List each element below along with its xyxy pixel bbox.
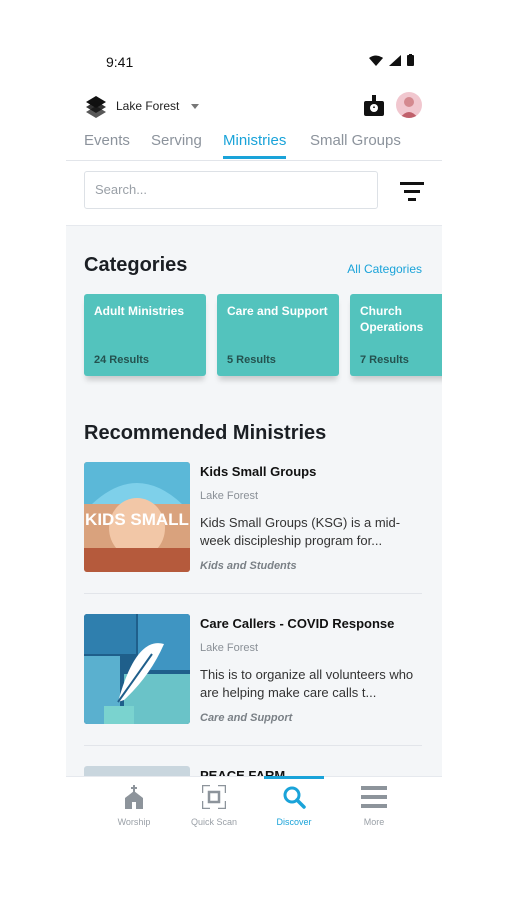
categories-heading: Categories <box>84 254 188 276</box>
kids-photo-illustration: KIDS SMALL <box>84 462 190 572</box>
battery-icon <box>407 54 414 66</box>
location-name: Lake Forest <box>116 99 180 113</box>
category-name: Adult Ministries <box>94 304 185 318</box>
tab-ministries[interactable]: Ministries <box>223 132 287 159</box>
ministry-title: Kids Small Groups <box>200 464 317 479</box>
category-name: Church Operations <box>360 304 424 334</box>
nav-discover[interactable]: Discover <box>259 785 329 827</box>
nav-label: Quick Scan <box>190 817 238 827</box>
category-card[interactable]: Adult Ministries 24 Results <box>84 294 206 376</box>
location-selector[interactable]: Lake Forest <box>84 94 200 118</box>
tab-bar: Events Serving Ministries Small Groups <box>66 126 442 161</box>
ministry-category: Care and Support <box>200 712 293 724</box>
nav-worship[interactable]: Worship <box>99 785 169 827</box>
status-bar: 9:41 <box>66 40 442 84</box>
church-logo-icon <box>86 96 106 118</box>
nav-quick-scan[interactable]: Quick Scan <box>179 783 249 827</box>
status-icons <box>369 54 414 66</box>
search-icon <box>283 786 306 809</box>
scan-icon <box>200 783 228 811</box>
all-categories-link[interactable]: All Categories <box>347 262 422 276</box>
filter-icon[interactable] <box>400 179 424 203</box>
category-count: 5 Results <box>227 354 276 366</box>
bottom-navigation: Worship Quick Scan Discover More <box>66 776 442 860</box>
category-card[interactable]: Church Operations 7 Results <box>350 294 442 376</box>
app-header: Lake Forest <box>66 90 442 122</box>
category-card[interactable]: Care and Support 5 Results <box>217 294 339 376</box>
category-count: 24 Results <box>94 354 150 366</box>
avatar[interactable] <box>396 92 422 118</box>
list-item[interactable]: KIDS SMALL Kids Small Groups Lake Forest… <box>84 462 422 572</box>
tab-events[interactable]: Events <box>84 132 130 149</box>
nav-label: More <box>363 817 385 827</box>
active-tab-indicator <box>264 776 324 779</box>
peace-farm-image <box>84 766 190 776</box>
ministry-description: Kids Small Groups (KSG) is a mid-week di… <box>200 515 401 548</box>
ministry-location: Lake Forest <box>200 490 259 502</box>
divider <box>84 745 422 746</box>
nav-label: Discover <box>276 817 312 827</box>
ministry-title: PEACE FARM <box>200 768 286 776</box>
list-item[interactable]: PEACE FARM <box>84 766 422 776</box>
recommended-heading: Recommended Ministries <box>84 422 327 444</box>
thumb-overlay-text: KIDS SMALL <box>85 510 189 529</box>
feather-graphic <box>84 614 190 724</box>
ministry-category: Kids and Students <box>200 560 297 572</box>
main-content: Categories All Categories Adult Ministri… <box>66 226 442 776</box>
status-time: 9:41 <box>106 54 134 70</box>
ministry-description: This is to organize all volunteers who a… <box>200 667 414 700</box>
tab-small-groups[interactable]: Small Groups <box>310 132 401 149</box>
divider <box>84 593 422 594</box>
ministry-location: Lake Forest <box>200 642 259 654</box>
signal-icon <box>389 54 401 66</box>
category-name: Care and Support <box>227 304 328 318</box>
care-callers-image <box>84 614 190 724</box>
app-screen: 9:41 Lake Forest Events Serving Ministri… <box>66 40 442 860</box>
ministry-title: Care Callers - COVID Response <box>200 616 395 631</box>
category-carousel: Adult Ministries 24 Results Care and Sup… <box>84 294 442 394</box>
user-avatar-icon <box>400 97 418 118</box>
nav-label: Worship <box>117 817 151 827</box>
list-item[interactable]: Care Callers - COVID Response Lake Fores… <box>84 614 422 724</box>
nav-more[interactable]: More <box>339 785 409 827</box>
category-count: 7 Results <box>360 354 409 366</box>
chevron-down-icon <box>191 103 200 109</box>
tab-serving[interactable]: Serving <box>151 132 202 149</box>
search-input[interactable]: Search... <box>84 171 378 209</box>
gift-icon[interactable] <box>362 93 386 117</box>
search-bar: Search... <box>66 161 442 226</box>
wifi-icon <box>369 55 383 66</box>
kids-small-groups-image: KIDS SMALL <box>84 462 190 572</box>
church-icon <box>125 785 143 809</box>
menu-icon <box>361 786 387 808</box>
